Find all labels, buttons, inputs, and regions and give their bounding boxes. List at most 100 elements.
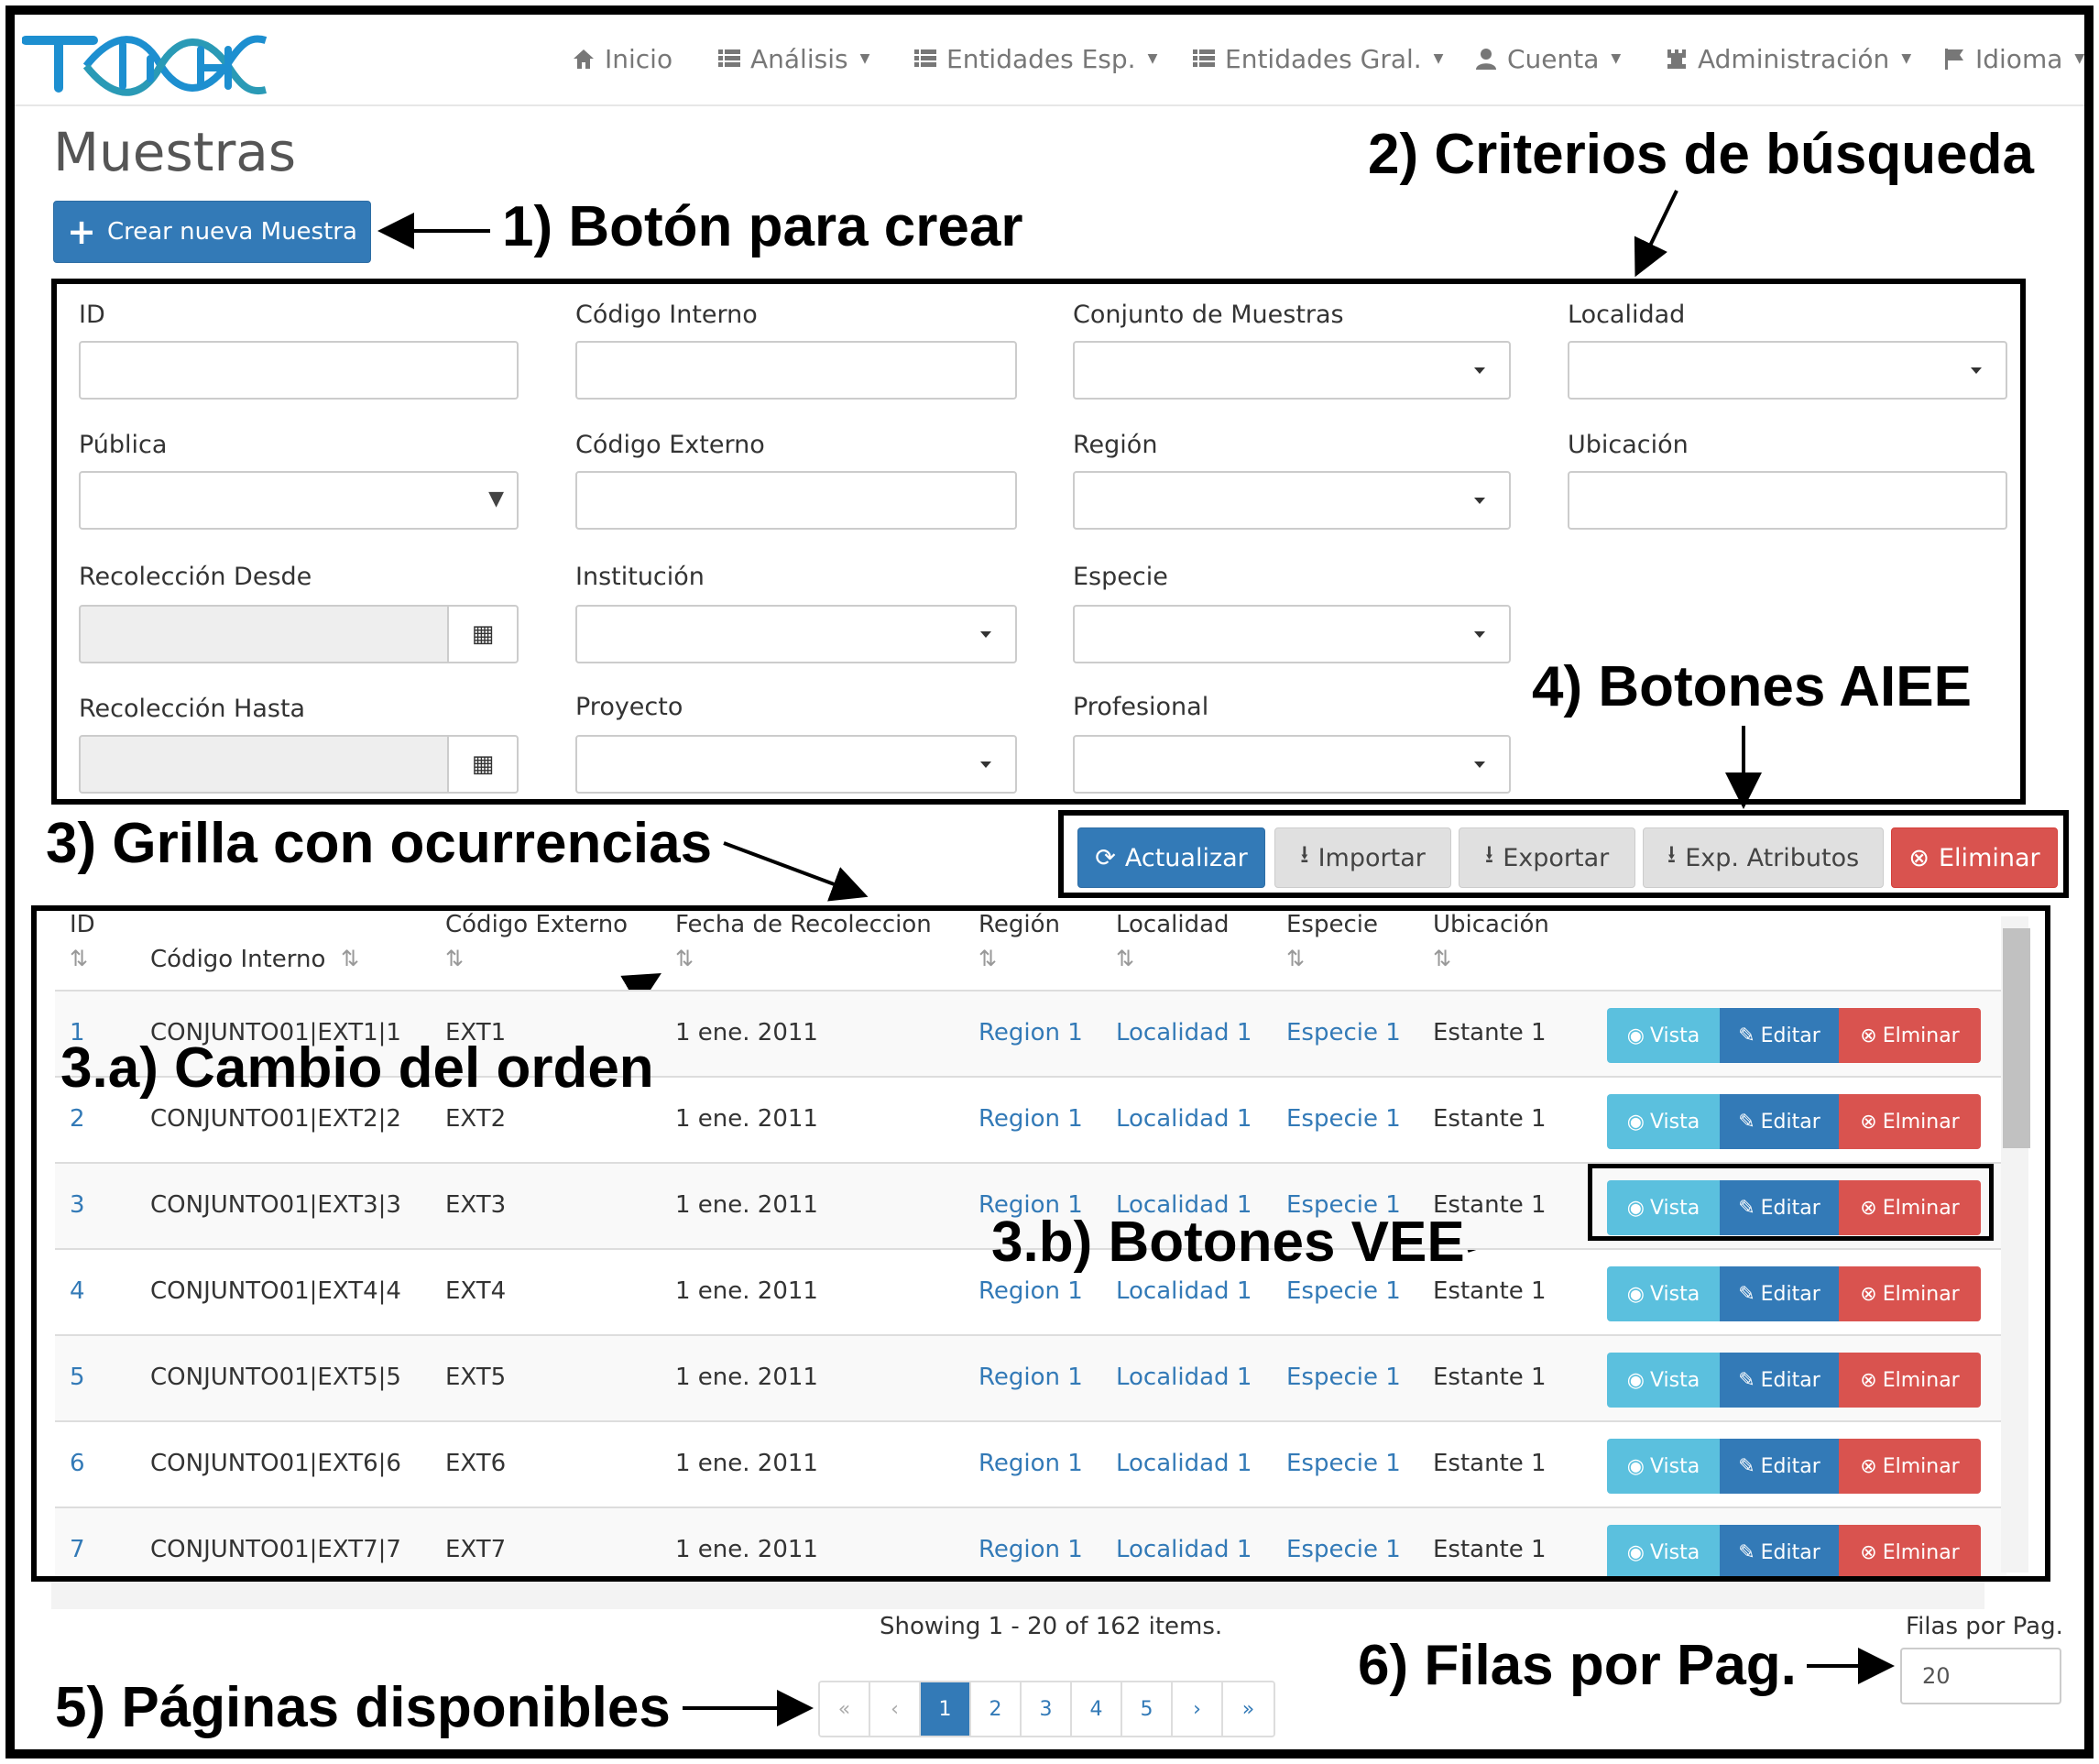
cell-id[interactable]: 5 <box>70 1364 85 1391</box>
filter-recoleccion-hasta-input[interactable] <box>79 735 449 794</box>
page-link[interactable]: 1 <box>921 1682 971 1736</box>
column-header-codigo-interno[interactable]: Código Interno <box>150 946 325 973</box>
page-link[interactable]: 4 <box>1072 1682 1122 1736</box>
delete-button[interactable]: ⊗ Elminar <box>1839 1094 1981 1149</box>
cell-region[interactable]: Region 1 <box>978 1536 1083 1563</box>
calendar-icon[interactable]: ▦ <box>447 735 519 794</box>
page-link[interactable]: 5 <box>1122 1682 1173 1736</box>
view-button[interactable]: ◉ Vista <box>1607 1266 1720 1321</box>
column-header-especie[interactable]: Especie <box>1286 911 1378 938</box>
cell-localidad[interactable]: Localidad 1 <box>1116 1105 1252 1133</box>
sort-asc-icon[interactable]: ⇅ <box>70 946 88 971</box>
tga-logo[interactable] <box>22 22 271 104</box>
nav-inicio[interactable]: Inicio <box>571 40 672 77</box>
view-button[interactable]: ◉ Vista <box>1607 1525 1720 1576</box>
view-button[interactable]: ◉ Vista <box>1607 1439 1720 1494</box>
delete-selected-button[interactable]: ⊗ Eliminar <box>1891 827 2058 888</box>
nav-administracion[interactable]: Administración ▼ <box>1664 40 1911 77</box>
nav-cuenta[interactable]: Cuenta ▼ <box>1473 40 1621 77</box>
filter-codigo-interno-input[interactable] <box>575 341 1017 400</box>
cell-localidad[interactable]: Localidad 1 <box>1116 1450 1252 1477</box>
column-header-codigo-externo[interactable]: Código Externo <box>445 911 628 938</box>
delete-button[interactable]: ⊗ Elminar <box>1839 1008 1981 1063</box>
grid-scroll-thumb[interactable] <box>2003 928 2030 1148</box>
cell-region[interactable]: Region 1 <box>978 1105 1083 1133</box>
edit-button[interactable]: ✎ Editar <box>1720 1094 1839 1149</box>
view-button[interactable]: ◉ Vista <box>1607 1008 1720 1063</box>
refresh-button[interactable]: ⟳ Actualizar <box>1077 827 1265 888</box>
filter-institucion-select[interactable] <box>575 605 1017 663</box>
delete-button[interactable]: ⊗ Elminar <box>1839 1525 1981 1576</box>
edit-button[interactable]: ✎ Editar <box>1720 1008 1839 1063</box>
filter-recoleccion-desde-input[interactable] <box>79 605 449 663</box>
sort-icon[interactable]: ⇅ <box>978 946 997 971</box>
cell-localidad[interactable]: Localidad 1 <box>1116 1277 1252 1305</box>
cell-especie[interactable]: Especie 1 <box>1286 1105 1401 1133</box>
filter-conjunto-select[interactable] <box>1073 341 1511 400</box>
create-sample-button[interactable]: + Crear nueva Muestra <box>53 201 371 263</box>
filter-profesional-select[interactable] <box>1073 735 1511 794</box>
page-link[interactable]: 2 <box>971 1682 1022 1736</box>
filter-localidad-select[interactable] <box>1568 341 2007 400</box>
page-link[interactable]: « <box>820 1682 870 1736</box>
filter-ubicacion-input[interactable] <box>1568 471 2007 530</box>
delete-button[interactable]: ⊗ Elminar <box>1839 1439 1981 1494</box>
filter-proyecto-select[interactable] <box>575 735 1017 794</box>
delete-button[interactable]: ⊗ Elminar <box>1839 1266 1981 1321</box>
edit-button[interactable]: ✎ Editar <box>1720 1353 1839 1408</box>
column-header-region[interactable]: Región <box>978 911 1060 938</box>
page-link[interactable]: » <box>1223 1682 1274 1736</box>
cell-region[interactable]: Region 1 <box>978 1450 1083 1477</box>
cell-especie[interactable]: Especie 1 <box>1286 1019 1401 1046</box>
column-header-localidad[interactable]: Localidad <box>1116 911 1230 938</box>
export-button[interactable]: ⭳ Exportar <box>1459 827 1635 888</box>
sort-icon[interactable]: ⇅ <box>675 946 694 971</box>
view-button[interactable]: ◉ Vista <box>1607 1094 1720 1149</box>
page-link[interactable]: 3 <box>1022 1682 1072 1736</box>
cell-id[interactable]: 7 <box>70 1536 85 1563</box>
cell-especie[interactable]: Especie 1 <box>1286 1277 1401 1305</box>
column-header-id[interactable]: ID <box>70 911 95 938</box>
filter-especie-select[interactable] <box>1073 605 1511 663</box>
page-link[interactable]: › <box>1173 1682 1223 1736</box>
page-link[interactable]: ‹ <box>870 1682 921 1736</box>
export-attributes-button[interactable]: ⭳ Exp. Atributos <box>1643 827 1884 888</box>
cell-localidad[interactable]: Localidad 1 <box>1116 1536 1252 1563</box>
filter-publica-select[interactable]: ▼ <box>79 471 519 530</box>
cell-id[interactable]: 2 <box>70 1105 85 1133</box>
nav-idioma[interactable]: Idioma ▼ <box>1941 40 2084 77</box>
import-button[interactable]: ⭳ Importar <box>1274 827 1451 888</box>
sort-icon[interactable]: ⇅ <box>1116 946 1134 971</box>
edit-button[interactable]: ✎ Editar <box>1720 1525 1839 1576</box>
filter-region-select[interactable] <box>1073 471 1511 530</box>
cell-id[interactable]: 4 <box>70 1277 85 1305</box>
sort-icon[interactable]: ⇅ <box>1433 946 1451 971</box>
delete-button[interactable]: ⊗ Elminar <box>1839 1353 1981 1408</box>
filter-codigo-externo-input[interactable] <box>575 471 1017 530</box>
cell-localidad[interactable]: Localidad 1 <box>1116 1364 1252 1391</box>
cell-region[interactable]: Region 1 <box>978 1364 1083 1391</box>
column-header-fecha[interactable]: Fecha de Recoleccion <box>675 911 932 938</box>
edit-button[interactable]: ✎ Editar <box>1720 1266 1839 1321</box>
sort-icon[interactable]: ⇅ <box>341 946 359 971</box>
calendar-icon[interactable]: ▦ <box>447 605 519 663</box>
rows-per-page-input[interactable]: 20 <box>1900 1648 2061 1704</box>
cell-id[interactable]: 3 <box>70 1191 85 1219</box>
sort-icon[interactable]: ⇅ <box>445 946 464 971</box>
grid-horizontal-scrollbar[interactable] <box>51 1582 1984 1609</box>
cell-region[interactable]: Region 1 <box>978 1019 1083 1046</box>
column-header-ubicacion[interactable]: Ubicación <box>1433 911 1549 938</box>
cell-id[interactable]: 6 <box>70 1450 85 1477</box>
cell-especie[interactable]: Especie 1 <box>1286 1536 1401 1563</box>
nav-entidades-esp[interactable]: Entidades Esp. ▼ <box>913 40 1157 77</box>
sort-icon[interactable]: ⇅ <box>1286 946 1305 971</box>
nav-entidades-gral[interactable]: Entidades Gral. ▼ <box>1191 40 1443 77</box>
nav-analisis[interactable]: Análisis ▼ <box>716 40 869 77</box>
edit-button[interactable]: ✎ Editar <box>1720 1439 1839 1494</box>
cell-especie[interactable]: Especie 1 <box>1286 1364 1401 1391</box>
cell-localidad[interactable]: Localidad 1 <box>1116 1019 1252 1046</box>
cell-especie[interactable]: Especie 1 <box>1286 1450 1401 1477</box>
cell-region[interactable]: Region 1 <box>978 1277 1083 1305</box>
view-button[interactable]: ◉ Vista <box>1607 1353 1720 1408</box>
filter-id-input[interactable] <box>79 341 519 400</box>
